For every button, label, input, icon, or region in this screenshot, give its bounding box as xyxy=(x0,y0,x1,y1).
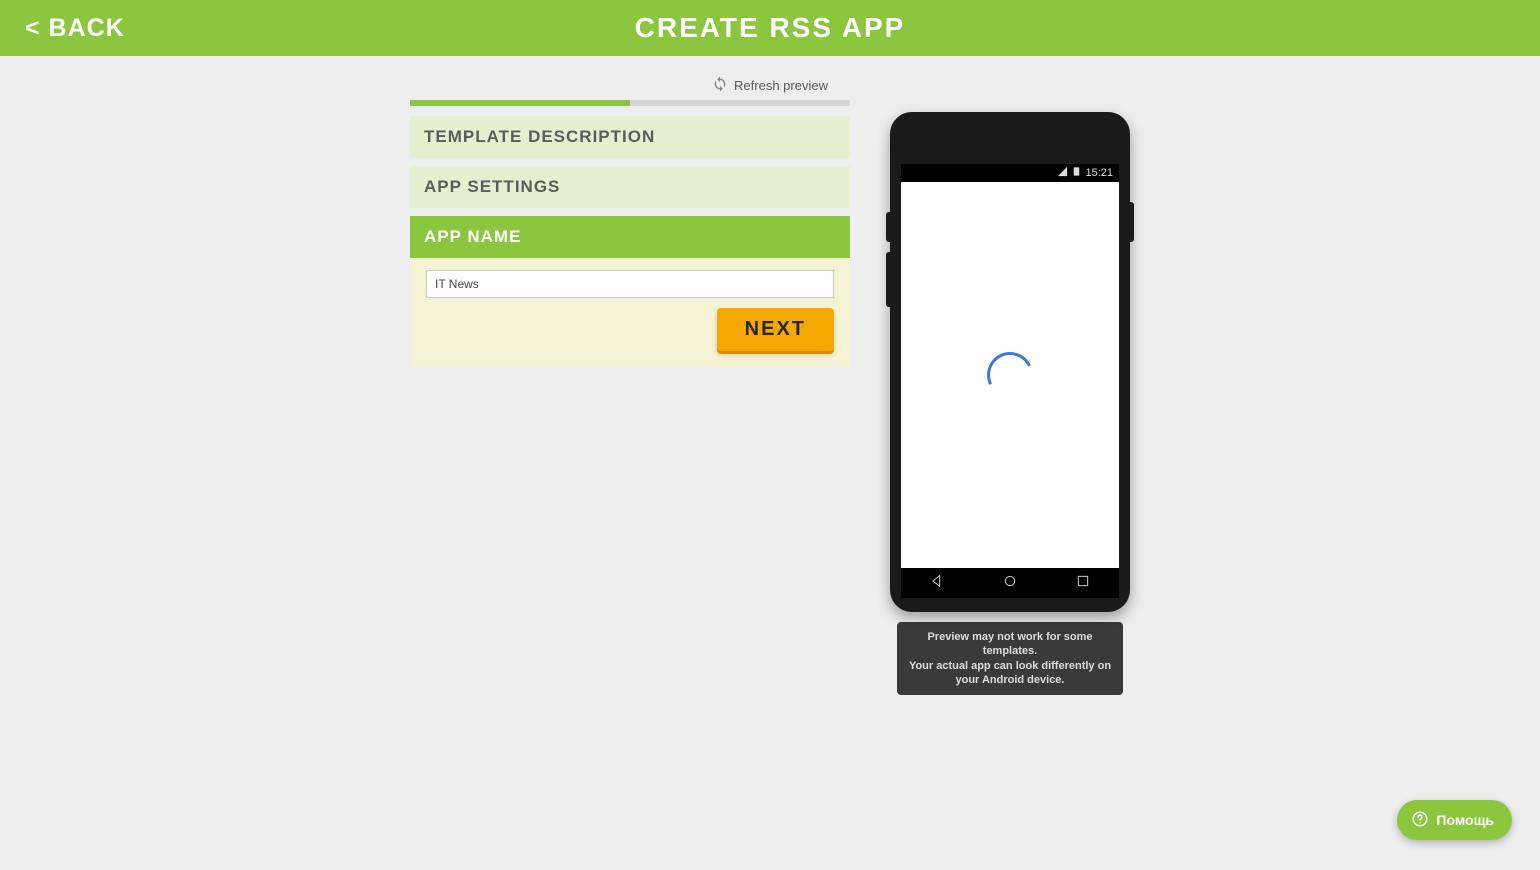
progress-bar xyxy=(410,100,850,106)
phone-side-button xyxy=(886,252,890,307)
back-button[interactable]: < BACK xyxy=(25,14,125,43)
signal-icon xyxy=(1057,166,1068,180)
page-title: CREATE RSS APP xyxy=(0,12,1540,44)
battery-icon xyxy=(1071,166,1082,180)
phone-screen xyxy=(901,182,1119,568)
refresh-icon xyxy=(712,76,728,95)
preview-panel: 15:21 Preview may not work for some temp… xyxy=(890,100,1130,695)
app-name-form: NEXT xyxy=(410,258,850,367)
section-app-settings[interactable]: APP SETTINGS xyxy=(410,166,850,208)
help-label: Помощь xyxy=(1436,812,1494,828)
nav-back-icon xyxy=(929,573,945,594)
section-template-description[interactable]: TEMPLATE DESCRIPTION xyxy=(410,116,850,158)
nav-home-icon xyxy=(1002,573,1018,594)
form-panel: TEMPLATE DESCRIPTION APP SETTINGS APP NA… xyxy=(410,100,850,695)
phone-power-button xyxy=(1130,202,1134,242)
preview-note-line1: Preview may not work for some templates. xyxy=(927,631,1092,657)
refresh-preview-link[interactable]: Refresh preview xyxy=(712,76,828,95)
loading-spinner-icon xyxy=(981,346,1040,405)
next-button[interactable]: NEXT xyxy=(717,308,834,351)
help-icon xyxy=(1411,810,1429,831)
refresh-label: Refresh preview xyxy=(734,78,828,93)
phone-side-button xyxy=(886,212,890,242)
help-button[interactable]: Помощь xyxy=(1397,800,1512,840)
section-app-name[interactable]: APP NAME xyxy=(410,216,850,258)
progress-fill xyxy=(410,100,630,106)
phone-status-bar: 15:21 xyxy=(901,164,1119,182)
phone-nav-bar xyxy=(901,568,1119,598)
preview-note-line2: Your actual app can look differently on … xyxy=(909,660,1111,686)
app-header: < BACK CREATE RSS APP xyxy=(0,0,1540,56)
preview-note: Preview may not work for some templates.… xyxy=(897,622,1123,695)
phone-time: 15:21 xyxy=(1085,167,1113,179)
app-name-input[interactable] xyxy=(426,270,834,298)
phone-mockup: 15:21 xyxy=(890,112,1130,612)
nav-recent-icon xyxy=(1075,573,1091,594)
